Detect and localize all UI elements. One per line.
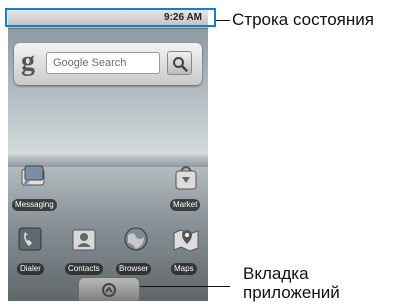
market-label: Market bbox=[170, 199, 201, 211]
browser-label: Browser bbox=[116, 263, 152, 275]
contacts-icon bbox=[72, 229, 96, 251]
browser-icon bbox=[124, 227, 148, 251]
contacts-label: Contacts bbox=[65, 263, 103, 275]
messaging-app[interactable] bbox=[12, 159, 56, 203]
status-bar-annotation: Строка состояния bbox=[232, 10, 374, 29]
app-tab-annotation-line2: приложений bbox=[243, 283, 340, 302]
google-logo: g bbox=[21, 46, 35, 77]
dialer-app[interactable] bbox=[8, 221, 52, 265]
app-drawer-icon bbox=[102, 283, 116, 297]
messaging-label: Messaging bbox=[12, 199, 57, 211]
search-button[interactable] bbox=[167, 51, 192, 75]
messaging-icon bbox=[21, 165, 45, 188]
browser-app[interactable] bbox=[114, 221, 158, 265]
app-drawer-tab[interactable] bbox=[78, 277, 140, 301]
market-icon bbox=[175, 166, 197, 190]
dialer-icon bbox=[18, 227, 42, 251]
android-home-screen: 9:26 AM g Google Search Messaging Market bbox=[8, 9, 208, 301]
dialer-label: Dialer bbox=[17, 263, 44, 275]
maps-app[interactable] bbox=[164, 221, 208, 265]
status-bar-callout-line bbox=[216, 20, 230, 21]
app-tab-callout-line bbox=[140, 286, 230, 287]
search-icon bbox=[173, 57, 188, 72]
google-search-widget[interactable]: g Google Search bbox=[14, 43, 202, 85]
maps-label: Maps bbox=[171, 263, 197, 275]
contacts-app[interactable] bbox=[62, 221, 106, 265]
search-input[interactable]: Google Search bbox=[46, 52, 160, 74]
status-bar-highlight bbox=[5, 8, 216, 27]
app-tab-annotation-line1: Вкладка bbox=[243, 264, 309, 283]
market-app[interactable] bbox=[164, 159, 208, 203]
maps-icon bbox=[173, 229, 199, 252]
